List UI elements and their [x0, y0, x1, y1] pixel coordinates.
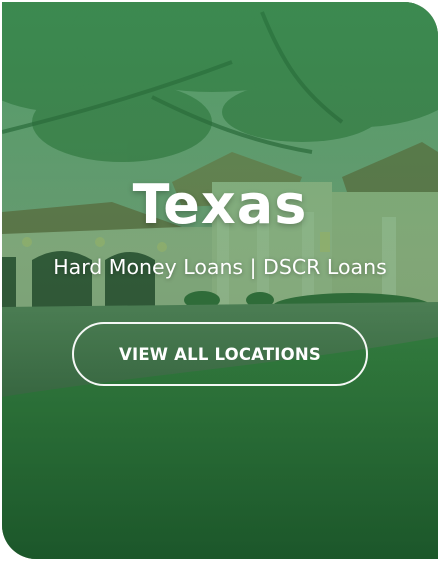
location-card[interactable]: Texas Hard Money Loans | DSCR Loans VIEW…	[2, 2, 438, 559]
loan-types-subtitle: Hard Money Loans | DSCR Loans	[53, 255, 387, 279]
location-title: Texas	[132, 173, 308, 236]
view-all-locations-button[interactable]: VIEW ALL LOCATIONS	[72, 322, 368, 386]
card-content: Texas Hard Money Loans | DSCR Loans	[2, 172, 438, 282]
